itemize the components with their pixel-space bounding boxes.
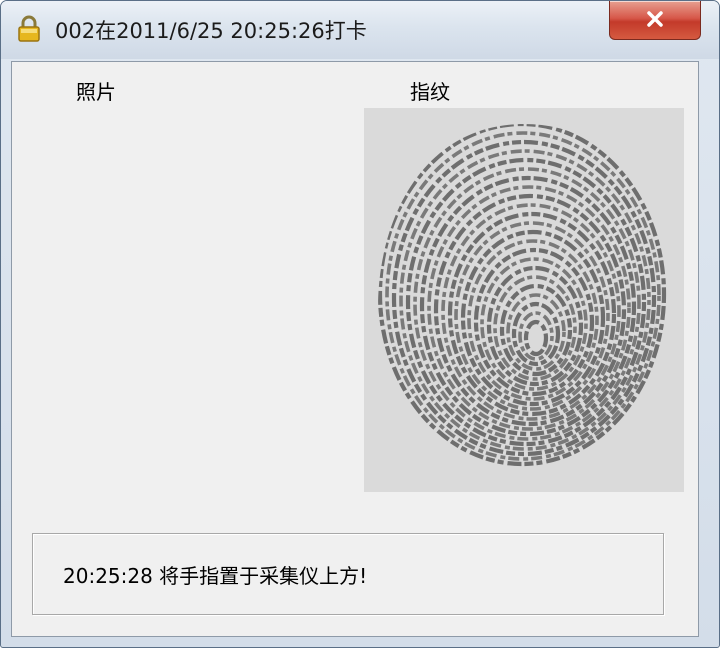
- status-message: 20:25:28 将手指置于采集仪上方!: [63, 564, 368, 588]
- window-title: 002在2011/6/25 20:25:26打卡: [55, 19, 367, 43]
- client-area: 照片 指纹 20:25:28 将手指置于采集仪上方!: [11, 61, 699, 637]
- fingerprint-label: 指纹: [410, 80, 450, 104]
- dialog-window: 002在2011/6/25 20:25:26打卡 照片 指纹 20:25:28 …: [0, 0, 720, 648]
- status-panel: 20:25:28 将手指置于采集仪上方!: [32, 533, 664, 615]
- photo-label: 照片: [76, 80, 116, 104]
- fingerprint-image: [364, 108, 684, 492]
- photo-area: [30, 110, 350, 492]
- close-button[interactable]: [609, 1, 701, 40]
- fingerprint-icon: [364, 108, 684, 492]
- close-icon: [647, 11, 663, 27]
- lock-icon: [17, 15, 41, 43]
- title-bar[interactable]: 002在2011/6/25 20:25:26打卡: [1, 1, 719, 59]
